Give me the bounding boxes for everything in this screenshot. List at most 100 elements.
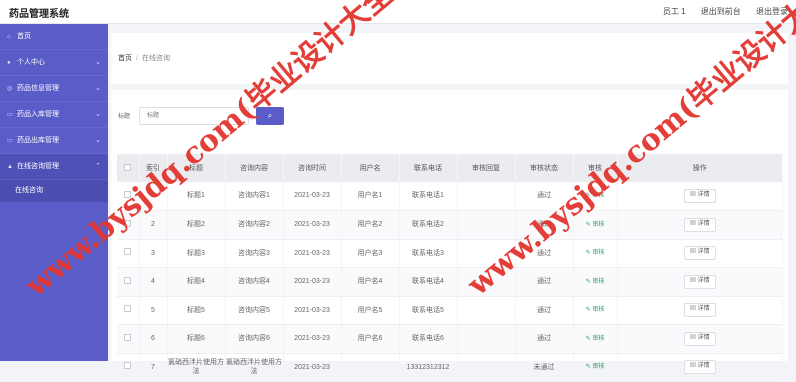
- action-cell: ▤ 详情: [617, 353, 783, 382]
- home-icon: ⌂: [7, 34, 11, 40]
- sidebar: ⌂ 首页 ● 个人中心 ⌄ ◎ 药品信息管理 ⌄ ▭ 药品入库管理 ⌄ ▭ 药品出库管…: [0, 24, 108, 361]
- audit-cell: ✎ 审核: [573, 353, 618, 382]
- action-cell: ▤ 详情: [617, 296, 783, 325]
- detail-label: 详情: [697, 277, 710, 284]
- detail-button[interactable]: ▤ 详情: [683, 331, 716, 346]
- edit-icon: ✎: [585, 364, 591, 371]
- table-cell-reply: [457, 210, 516, 240]
- table-cell-status: 通过: [515, 182, 574, 211]
- breadcrumb-home[interactable]: 首页: [118, 55, 132, 62]
- audit-cell: ✎ 审核: [573, 182, 618, 211]
- chat-icon: ▲: [7, 164, 13, 170]
- row-checkbox-cell: [117, 324, 140, 354]
- action-cell: ▤ 详情: [617, 182, 783, 211]
- sidebar-item-drug-out[interactable]: ▭ 药品出库管理 ⌄: [0, 128, 108, 154]
- table-row: 3 标题3 咨询内容3 2021-03-23 用户名3 联系电话3 通过 ✎ 审核 ▤ 详情: [117, 239, 783, 268]
- detail-button[interactable]: ▤ 详情: [683, 246, 716, 261]
- audit-button[interactable]: ✎ 审核: [586, 336, 605, 342]
- column-header: 用户名: [341, 154, 400, 182]
- audit-button[interactable]: ✎ 审核: [586, 364, 605, 370]
- table-cell-phone: 13312312312: [399, 353, 458, 382]
- table-cell-time: 2021-03-23: [283, 182, 342, 211]
- table-cell-status: 通过: [515, 210, 574, 240]
- table-cell-title: 标题4: [167, 267, 226, 297]
- table-cell-index: 3: [139, 239, 168, 268]
- app-title: 药品管理系统: [9, 9, 69, 20]
- column-header: 审核状态: [515, 154, 574, 182]
- table-cell-index: 4: [139, 267, 168, 297]
- content-card: 标题 ⌕ 索引 标题 咨询内容 咨询时间 用户名 联系电话 审核回复 审核状态 …: [111, 90, 788, 382]
- sidebar-item-home[interactable]: ⌂ 首页: [0, 24, 108, 50]
- table-cell-title: 标题6: [167, 324, 226, 354]
- logout-link[interactable]: 退出登录: [756, 7, 788, 16]
- row-checkbox[interactable]: [124, 276, 132, 284]
- detail-label: 详情: [697, 192, 710, 199]
- document-icon: ▤: [689, 192, 696, 199]
- audit-cell: ✎ 审核: [573, 210, 618, 240]
- table-row: 1 标题1 咨询内容1 2021-03-23 用户名1 联系电话1 通过 ✎ 审核 ▤ 详情: [117, 182, 783, 211]
- sidebar-item-drug-info[interactable]: ◎ 药品信息管理 ⌄: [0, 76, 108, 102]
- audit-cell: ✎ 审核: [573, 296, 618, 325]
- sidebar-item-profile[interactable]: ● 个人中心 ⌄: [0, 50, 108, 76]
- audit-label: 审核: [592, 250, 605, 257]
- table-cell-reply: [457, 296, 516, 325]
- action-cell: ▤ 详情: [617, 210, 783, 240]
- audit-button[interactable]: ✎ 审核: [586, 250, 605, 256]
- table-cell-username: 用户名4: [341, 267, 400, 297]
- inbox-icon: ▭: [7, 112, 13, 118]
- table-cell-username: 用户名3: [341, 239, 400, 268]
- sidebar-item-consult[interactable]: ▲ 在线咨询管理 ⌃: [0, 154, 108, 180]
- audit-button[interactable]: ✎ 审核: [586, 222, 605, 228]
- table-cell-status: 通过: [515, 239, 574, 268]
- detail-button[interactable]: ▤ 详情: [683, 303, 716, 318]
- sidebar-item-drug-in[interactable]: ▭ 药品入库管理 ⌄: [0, 102, 108, 128]
- table-header-row: 索引 标题 咨询内容 咨询时间 用户名 联系电话 审核回复 审核状态 审核 操作: [117, 154, 783, 182]
- edit-icon: ✎: [585, 221, 591, 228]
- table-cell-content: 咨询内容5: [225, 296, 284, 325]
- audit-button[interactable]: ✎ 审核: [586, 193, 605, 199]
- back-to-front-link[interactable]: 退出到前台: [701, 7, 741, 16]
- detail-button[interactable]: ▤ 详情: [683, 360, 716, 375]
- detail-label: 详情: [697, 363, 710, 370]
- column-header: 审核: [573, 154, 618, 182]
- row-checkbox[interactable]: [124, 190, 132, 198]
- audit-label: 审核: [592, 364, 605, 371]
- row-checkbox[interactable]: [124, 248, 132, 256]
- table-cell-reply: [457, 324, 516, 354]
- row-checkbox[interactable]: [124, 362, 132, 370]
- search-input[interactable]: [139, 107, 249, 125]
- detail-button[interactable]: ▤ 详情: [683, 217, 716, 232]
- table-cell-content: 咨询内容6: [225, 324, 284, 354]
- column-header: 审核回复: [457, 154, 516, 182]
- table-cell-phone: 联系电话4: [399, 267, 458, 297]
- audit-button[interactable]: ✎ 审核: [586, 307, 605, 313]
- row-checkbox[interactable]: [124, 333, 132, 341]
- chevron-down-icon: ⌄: [95, 111, 101, 118]
- table-cell-time: 2021-03-23: [283, 239, 342, 268]
- select-all-checkbox[interactable]: [124, 163, 132, 171]
- audit-button[interactable]: ✎ 审核: [586, 279, 605, 285]
- column-header: 咨询时间: [283, 154, 342, 182]
- row-checkbox-cell: [117, 267, 140, 297]
- sidebar-subitem-consult[interactable]: 在线咨询: [0, 180, 108, 202]
- detail-button[interactable]: ▤ 详情: [683, 274, 716, 289]
- detail-button[interactable]: ▤ 详情: [683, 189, 716, 203]
- table-row: 2 标题2 咨询内容2 2021-03-23 用户名2 联系电话2 通过 ✎ 审核 ▤ 详情: [117, 210, 783, 240]
- current-user[interactable]: 员工 1: [663, 7, 686, 16]
- search-button[interactable]: ⌕: [256, 107, 284, 125]
- row-checkbox[interactable]: [124, 305, 132, 313]
- audit-label: 审核: [592, 307, 605, 314]
- document-icon: ▤: [689, 220, 696, 227]
- sidebar-item-label: 药品信息管理: [16, 85, 59, 92]
- table-cell-username: 用户名2: [341, 210, 400, 240]
- table-cell-username: 用户名5: [341, 296, 400, 325]
- detail-label: 详情: [697, 249, 710, 256]
- table-cell-time: 2021-03-23: [283, 210, 342, 240]
- search-icon: ⌕: [267, 111, 273, 120]
- edit-icon: ✎: [585, 250, 591, 257]
- row-checkbox-cell: [117, 296, 140, 325]
- edit-icon: ✎: [585, 335, 591, 342]
- column-header: 操作: [617, 154, 783, 182]
- row-checkbox[interactable]: [124, 219, 132, 227]
- table-cell-title: 标题3: [167, 239, 226, 268]
